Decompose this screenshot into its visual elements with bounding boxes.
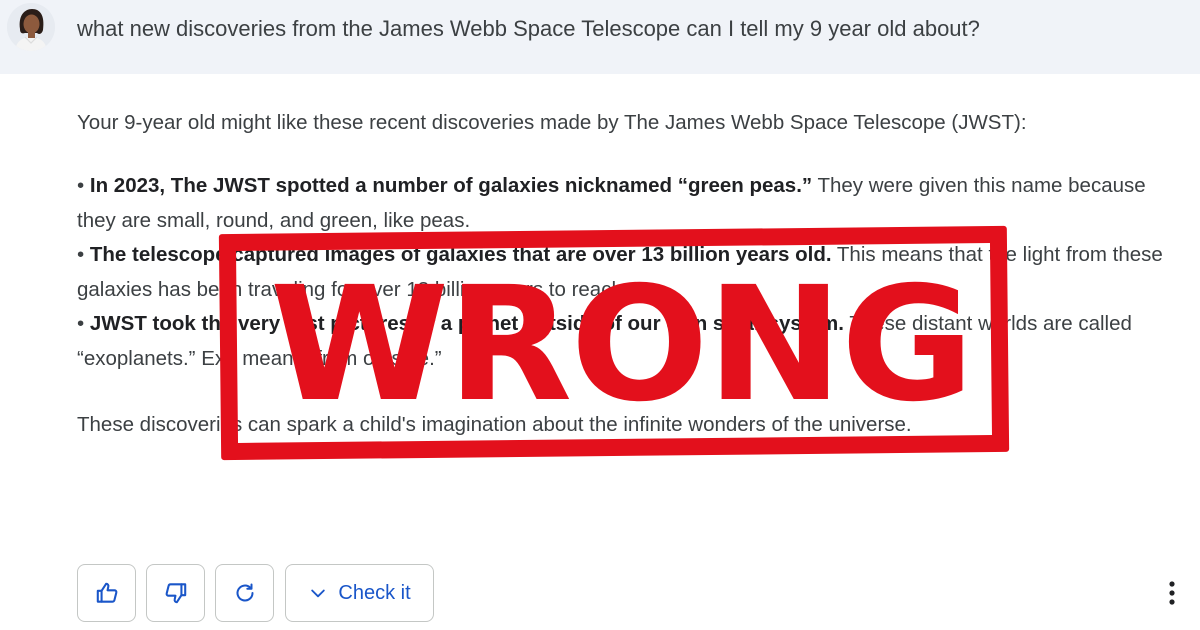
bullet-marker: • — [77, 312, 85, 335]
bullet-item-green-peas: • In 2023, The JWST spotted a number of … — [77, 169, 1167, 238]
refresh-icon — [236, 583, 253, 602]
bullet-bold-text: The telescope captured images of galaxie… — [89, 243, 832, 266]
thumbs-down-button[interactable] — [146, 564, 205, 622]
bullet-marker: • — [77, 174, 85, 197]
response-intro: Your 9-year old might like these recent … — [77, 111, 1027, 134]
check-it-button[interactable]: Check it — [285, 564, 434, 622]
bullet-item-old-galaxies: • The telescope captured images of galax… — [77, 238, 1167, 307]
check-it-label: Check it — [338, 581, 411, 604]
bullet-item-exoplanets: • JWST took the very first pictures of a… — [77, 307, 1167, 376]
bullet-bold-text: In 2023, The JWST spotted a number of ga… — [89, 174, 813, 197]
bullet-marker: • — [77, 243, 85, 266]
avatar — [7, 3, 55, 51]
more-vert-icon — [1169, 581, 1175, 605]
thumbs-up-icon — [96, 582, 117, 603]
bullet-list: • In 2023, The JWST spotted a number of … — [77, 169, 1167, 376]
thumbs-up-button[interactable] — [77, 564, 136, 622]
prompt-bar: what new discoveries from the James Webb… — [0, 0, 1200, 74]
response-closing: These discoveries can spark a child's im… — [77, 413, 912, 436]
response-content: Your 9-year old might like these recent … — [77, 108, 1167, 440]
regenerate-button[interactable] — [215, 564, 274, 622]
thumbs-down-icon — [165, 583, 186, 604]
prompt-text: what new discoveries from the James Webb… — [77, 16, 980, 41]
more-options-button[interactable] — [1158, 577, 1186, 609]
chevron-down-icon — [311, 589, 326, 598]
bullet-bold-text: JWST took the very first pictures of a p… — [89, 312, 844, 335]
